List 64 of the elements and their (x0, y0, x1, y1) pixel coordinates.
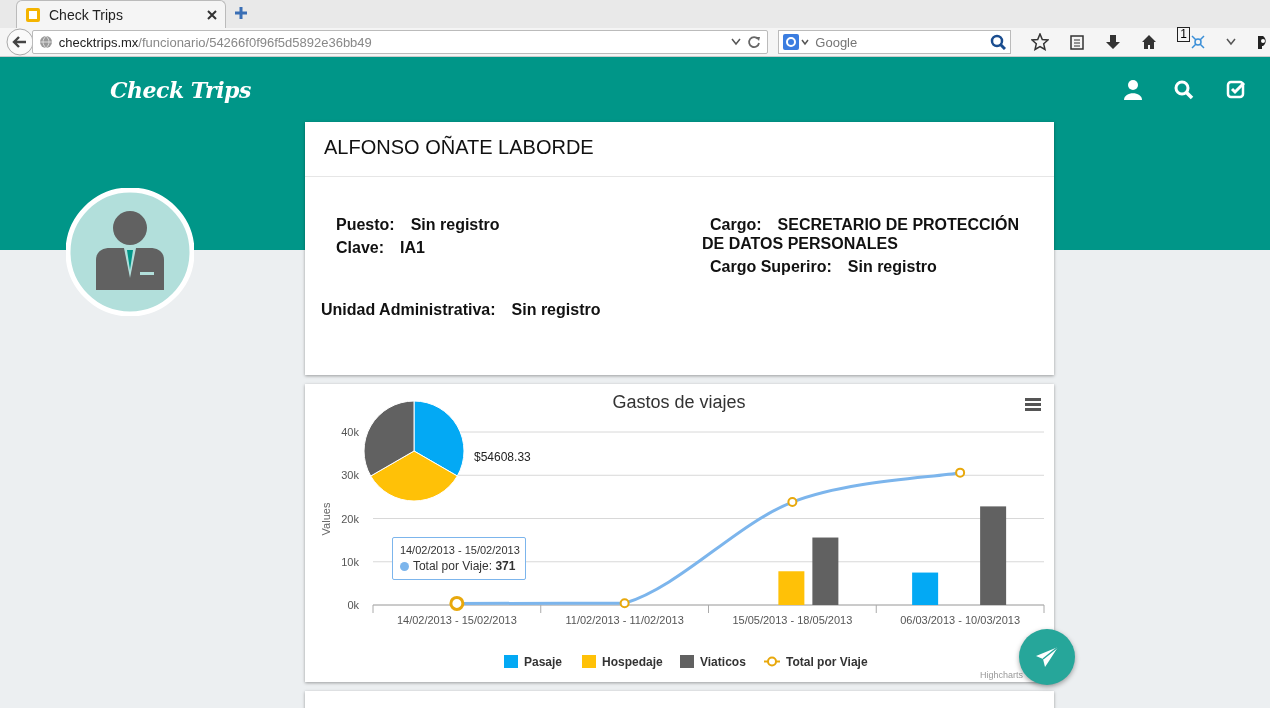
address-field[interactable]: checktrips.mx/funcionario/54266f0f96f5d5892e36bb49 (31, 30, 769, 54)
field-value: IA1 (400, 239, 425, 256)
clipboard-icon[interactable] (1069, 34, 1086, 50)
axis-tick-label: 20k (341, 512, 359, 525)
axis-tick-label: 30k (341, 469, 359, 482)
field-text: Cargo: SECRETARIO DE PROTECCIÓN DE DATOS PERSONALES (702, 215, 1021, 253)
field-label: Puesto: (336, 216, 395, 233)
reload-icon[interactable] (747, 35, 762, 49)
point-marker[interactable] (619, 598, 630, 609)
point-marker[interactable] (955, 467, 966, 478)
checkbox-icon[interactable] (1226, 79, 1246, 100)
caret-icon[interactable] (731, 38, 742, 46)
axis-tick-label: 40k (341, 426, 359, 438)
field-value: Sin registro (847, 258, 937, 275)
axis-tick-label: 14/02/2013 - 15/02/2013 (396, 614, 517, 626)
legend-line-marker (763, 656, 781, 667)
field-value: Sin registro (410, 216, 500, 233)
browser-tab[interactable]: Check Trips (16, 0, 226, 28)
network-icon[interactable] (1190, 34, 1206, 50)
back-icon[interactable] (6, 28, 34, 56)
app-logo[interactable]: Check Trips (110, 76, 251, 103)
axis-tick-label: 10k (341, 555, 359, 568)
search-icon[interactable] (990, 34, 1007, 50)
legend-swatch (582, 655, 596, 668)
close-icon[interactable] (207, 9, 217, 20)
legend-label[interactable]: Viaticos (700, 655, 746, 669)
field-value: Sin registro (511, 301, 601, 318)
avatar-icon (66, 188, 194, 316)
home-icon[interactable] (1141, 34, 1158, 50)
person-name: ALFONSO OÑATE LABORDE (305, 122, 1054, 177)
tooltip-title: 14/02/2013 - 15/02/2013 (399, 544, 518, 557)
field-label: Unidad Administrativa: (321, 301, 496, 318)
user-icon[interactable] (1124, 79, 1142, 100)
tooltip-text: Total por Viaje: 371 (412, 559, 516, 574)
field-label: Clave: (336, 239, 385, 256)
search-icon[interactable] (1174, 79, 1194, 100)
axis-tick-label: 0k (347, 599, 359, 611)
chart-title: Gastos de viajes (612, 392, 746, 412)
legend-swatch (680, 655, 694, 668)
star-icon[interactable] (1031, 33, 1050, 51)
legend-label[interactable]: Pasaje (524, 655, 563, 669)
axis-title: Values (320, 502, 332, 536)
point-marker[interactable] (787, 497, 798, 508)
pie-total-label: $54608.33 (474, 450, 531, 464)
axis-tick-label: 06/03/2013 - 10/03/2013 (900, 614, 1021, 626)
search-box[interactable]: Google (778, 30, 1012, 54)
field-label: Cargo Superiro: (710, 258, 832, 275)
series-dot-icon (399, 561, 409, 571)
tab-title: Check Trips (49, 6, 124, 23)
globe-icon (38, 35, 53, 49)
axis-tick-label: 15/05/2013 - 18/05/2013 (732, 614, 853, 626)
axis-tick-label: 11/02/2013 - 11/02/2013 (565, 614, 684, 626)
url-text: checktrips.mx/funcionario/54266f0f96f5d5892e36bb49 (58, 34, 373, 50)
legend-swatch (504, 655, 518, 668)
legend-label[interactable]: Total por Viaje (786, 655, 868, 669)
plus-icon[interactable] (234, 6, 248, 20)
download-icon[interactable] (1105, 34, 1122, 50)
search-field[interactable]: Google (813, 33, 987, 51)
counter-badge: 1 (1177, 27, 1190, 42)
menu-icon[interactable] (1025, 398, 1041, 411)
paper-plane-icon (1035, 646, 1059, 668)
caret-icon[interactable] (1226, 38, 1236, 46)
legend-label[interactable]: Hospedaje (602, 655, 663, 669)
point-marker[interactable] (449, 595, 465, 611)
